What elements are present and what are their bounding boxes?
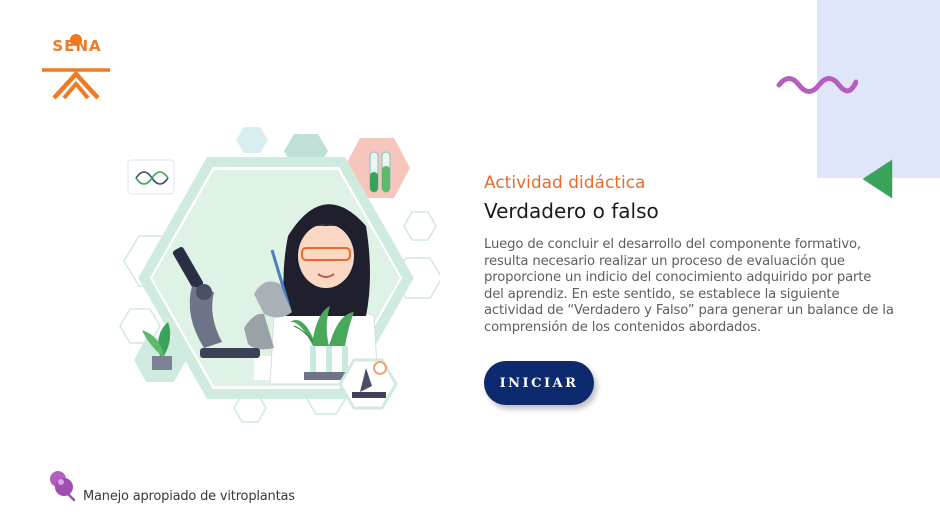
activity-title: Verdadero o falso bbox=[484, 199, 659, 223]
footer-course-title: Manejo apropiado de vitroplantas bbox=[83, 489, 295, 504]
scientist-illustration bbox=[119, 127, 440, 423]
plant-cell-icon bbox=[50, 471, 76, 502]
logo-text: SENA bbox=[52, 37, 102, 55]
start-button[interactable]: INICIAR bbox=[484, 361, 594, 405]
activity-subtitle: Actividad didáctica bbox=[484, 173, 646, 193]
activity-content: Actividad didáctica Verdadero o falso Lu… bbox=[484, 173, 894, 337]
wave-decoration-icon bbox=[776, 76, 858, 94]
activity-description: Luego de concluir el desarrollo del comp… bbox=[484, 237, 894, 335]
